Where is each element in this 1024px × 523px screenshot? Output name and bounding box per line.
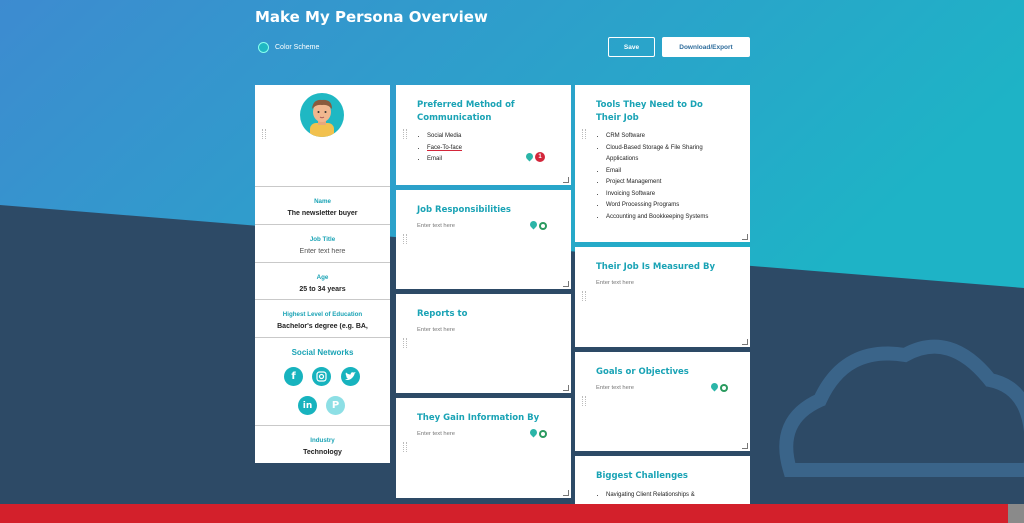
- card-challenges[interactable]: Biggest Challenges Navigating Client Rel…: [575, 456, 750, 504]
- card-placeholder[interactable]: Enter text here: [596, 280, 634, 286]
- profile-field-job-title[interactable]: Job Title Enter text here: [255, 224, 390, 262]
- drag-handle[interactable]: [582, 291, 586, 301]
- list-item: Invoicing Software: [606, 189, 734, 201]
- location-pin-icon[interactable]: [711, 383, 718, 392]
- card-goals[interactable]: Goals or Objectives Enter text here: [575, 352, 750, 451]
- card-list[interactable]: CRM Software Cloud-Based Storage & File …: [596, 131, 734, 223]
- profile-field-age[interactable]: Age 25 to 34 years: [255, 262, 390, 299]
- field-label: Name: [314, 198, 331, 205]
- card-title: Reports to: [417, 309, 468, 319]
- card-gain-information[interactable]: They Gain Information By Enter text here: [396, 398, 571, 498]
- resize-handle[interactable]: [563, 177, 569, 183]
- card-title: Goals or Objectives: [596, 367, 689, 377]
- field-label: Age: [316, 274, 329, 281]
- card-tags[interactable]: [530, 221, 547, 230]
- drag-handle[interactable]: [403, 129, 407, 139]
- card-title: Preferred Method of Communication: [417, 100, 515, 123]
- card-tags[interactable]: [711, 383, 728, 392]
- twitter-icon[interactable]: [341, 367, 360, 386]
- card-title: Tools They Need to Do Their Job: [596, 100, 703, 123]
- field-label: Job Title: [309, 236, 336, 243]
- drag-handle[interactable]: [582, 396, 586, 406]
- field-label: Highest Level of Education: [282, 311, 363, 318]
- card-list[interactable]: Social Media Face-To-face Email: [417, 131, 462, 166]
- card-communication[interactable]: Preferred Method of Communication Social…: [396, 85, 571, 185]
- drag-handle[interactable]: [403, 234, 407, 244]
- profile-field-industry[interactable]: Industry Technology: [255, 425, 390, 463]
- card-measured-by[interactable]: Their Job Is Measured By Enter text here: [575, 247, 750, 347]
- social-networks-title: Social Networks: [291, 348, 354, 357]
- color-scheme-picker[interactable]: Color Scheme: [258, 42, 319, 53]
- list-item: Social Media: [427, 131, 462, 143]
- list-item: Email: [427, 154, 462, 166]
- card-placeholder[interactable]: Enter text here: [417, 327, 455, 333]
- download-export-button[interactable]: Download/Export: [662, 37, 750, 57]
- page-title: Make My Persona Overview: [255, 8, 488, 26]
- card-job-responsibilities[interactable]: Job Responsibilities Enter text here: [396, 190, 571, 289]
- card-tags[interactable]: [530, 429, 547, 438]
- resize-handle[interactable]: [563, 490, 569, 496]
- list-item: Navigating Client Relationships &: [606, 490, 695, 502]
- field-value[interactable]: Technology: [255, 449, 390, 456]
- drag-handle[interactable]: [582, 129, 586, 139]
- card-title: They Gain Information By: [417, 413, 540, 423]
- chat-icon[interactable]: [720, 383, 728, 392]
- social-networks-section: Social Networks f in P: [255, 337, 390, 425]
- list-item: CRM Software: [606, 131, 734, 143]
- facebook-icon[interactable]: f: [284, 367, 303, 386]
- profile-field-name[interactable]: Name The newsletter buyer: [255, 186, 390, 224]
- card-placeholder[interactable]: Enter text here: [596, 385, 634, 391]
- card-list[interactable]: Navigating Client Relationships &: [596, 490, 695, 502]
- persona-profile-card: Name The newsletter buyer Job Title Ente…: [255, 85, 390, 463]
- card-reports-to[interactable]: Reports to Enter text here: [396, 294, 571, 393]
- drag-handle[interactable]: [403, 442, 407, 452]
- color-swatch-icon[interactable]: [258, 42, 269, 53]
- save-button[interactable]: Save: [608, 37, 655, 57]
- field-value[interactable]: Bachelor's degree (e.g. BA,: [255, 323, 390, 330]
- list-item: Project Management: [606, 177, 734, 189]
- linkedin-icon[interactable]: in: [298, 396, 317, 415]
- instagram-icon[interactable]: [312, 367, 331, 386]
- resize-handle[interactable]: [563, 385, 569, 391]
- resize-handle[interactable]: [742, 339, 748, 345]
- list-item: Face-To-face: [427, 143, 462, 155]
- chat-icon[interactable]: [539, 221, 547, 230]
- card-placeholder[interactable]: Enter text here: [417, 223, 455, 229]
- chat-icon[interactable]: [539, 429, 547, 438]
- color-scheme-label: Color Scheme: [275, 44, 320, 51]
- card-tools[interactable]: Tools They Need to Do Their Job CRM Soft…: [575, 85, 750, 242]
- drag-handle[interactable]: [403, 338, 407, 348]
- resize-handle[interactable]: [742, 443, 748, 449]
- field-label: Industry: [310, 437, 335, 444]
- profile-field-education[interactable]: Highest Level of Education Bachelor's de…: [255, 299, 390, 337]
- card-title: Job Responsibilities: [417, 205, 511, 215]
- location-pin-icon[interactable]: [530, 429, 537, 438]
- location-pin-icon[interactable]: [526, 153, 533, 162]
- resize-handle[interactable]: [742, 234, 748, 240]
- card-title: Their Job Is Measured By: [596, 262, 715, 272]
- list-item: Email: [606, 166, 734, 178]
- list-item: Cloud-Based Storage & File Sharing Appli…: [606, 143, 734, 166]
- list-item: Accounting and Bookkeeping Systems: [606, 212, 734, 224]
- card-tags[interactable]: 1: [526, 152, 545, 162]
- drag-handle[interactable]: [262, 129, 266, 139]
- field-value[interactable]: The newsletter buyer: [255, 210, 390, 217]
- footer-bar: [0, 504, 1008, 523]
- card-title: Biggest Challenges: [596, 471, 688, 481]
- resize-handle[interactable]: [563, 281, 569, 287]
- card-placeholder[interactable]: Enter text here: [417, 431, 455, 437]
- comment-count-badge[interactable]: 1: [535, 152, 545, 162]
- persona-avatar-icon[interactable]: [300, 93, 344, 137]
- field-value[interactable]: 25 to 34 years: [255, 286, 390, 293]
- field-value[interactable]: Enter text here: [255, 248, 390, 255]
- pinterest-icon[interactable]: P: [326, 396, 345, 415]
- location-pin-icon[interactable]: [530, 221, 537, 230]
- list-item: Word Processing Programs: [606, 200, 734, 212]
- scrollbar[interactable]: [1008, 504, 1024, 523]
